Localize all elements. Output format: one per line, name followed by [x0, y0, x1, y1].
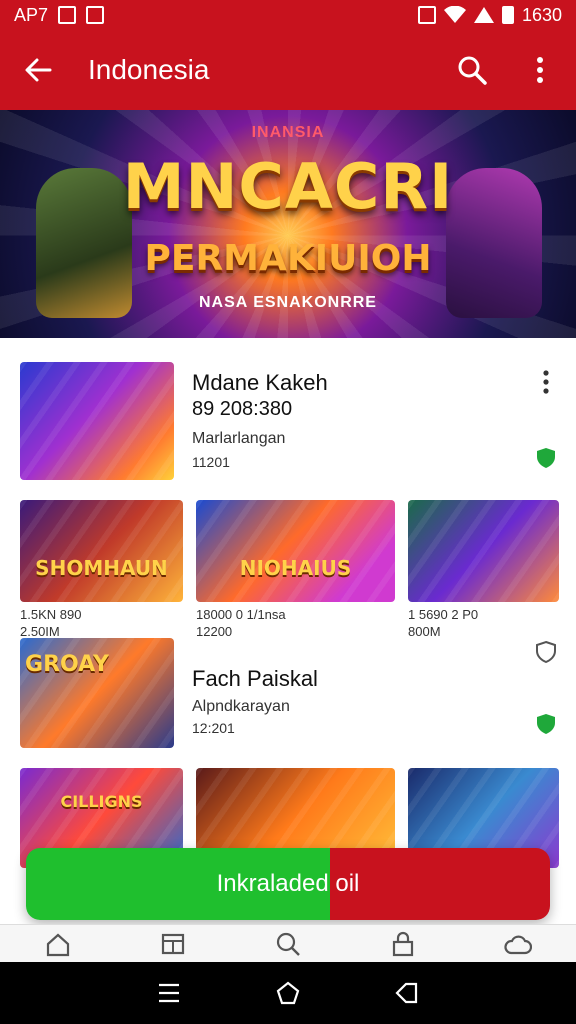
banner-tag: INANSIA	[251, 124, 325, 141]
battery-icon	[501, 6, 514, 24]
grid-caption-line1: 1 5690 2 P0	[408, 607, 479, 622]
list-item-price: 89 208:380	[192, 398, 293, 420]
recent-apps-icon	[159, 983, 180, 1003]
search-button[interactable]	[452, 50, 492, 90]
carrier-label: AP7	[14, 4, 49, 25]
verified-shield-icon	[537, 448, 555, 468]
lock-icon	[393, 931, 414, 957]
list-item-meta: 11201	[192, 454, 230, 470]
grid-caption-line1: 18000 0 1/1nsa	[196, 607, 286, 622]
home-circle-icon	[276, 981, 300, 1005]
wifi-icon	[443, 6, 466, 23]
install-button-label: Inkraladed oil	[216, 870, 360, 897]
list-item[interactable]: GROAY Fach Paiskal Alpndkarayan 12:201	[0, 634, 576, 754]
install-progress-remaining	[330, 848, 550, 920]
list-item-title: Mdane Kakeh	[192, 370, 328, 395]
list-item-meta: 12:201	[192, 720, 235, 736]
back-button-system[interactable]	[387, 973, 427, 1013]
back-triangle-icon	[395, 982, 417, 1004]
game-thumbnail[interactable]: NIOHAIUS	[196, 500, 395, 602]
system-navigation	[0, 962, 576, 1024]
signal-icon	[473, 7, 494, 23]
cloud-icon	[504, 935, 533, 955]
content-list: Mdane Kakeh 89 208:380 Marlarlangan 1120…	[0, 338, 576, 924]
bottom-navigation	[0, 924, 576, 962]
nav-home[interactable]	[38, 931, 78, 961]
list-item-title: Fach Paiskal	[192, 666, 318, 691]
overflow-menu-button[interactable]	[520, 50, 560, 90]
list-item[interactable]: Mdane Kakeh 89 208:380 Marlarlangan 1120…	[0, 338, 576, 488]
nav-search[interactable]	[268, 931, 308, 961]
apps-icon	[161, 933, 184, 955]
more-vert-icon	[537, 57, 543, 83]
shield-outline-icon[interactable]	[534, 640, 558, 664]
nav-cloud[interactable]	[498, 931, 538, 961]
list-item-subtitle: Marlarlangan	[192, 430, 286, 447]
game-thumbnail[interactable]: GROAY	[20, 638, 174, 748]
thumbnail-title: SHOMHAUN	[35, 556, 168, 580]
item-menu-button[interactable]	[534, 366, 558, 398]
search-icon	[276, 932, 300, 956]
thumbnail-title: CILLIGNS	[60, 792, 143, 811]
banner-title: MNCACRI	[122, 150, 454, 223]
page-title: Indonesia	[88, 54, 210, 85]
game-thumbnail[interactable]	[408, 500, 559, 602]
nav-apps[interactable]	[153, 931, 193, 961]
list-item-subtitle: Alpndkarayan	[192, 698, 290, 715]
status-bar: AP7 1630	[0, 0, 576, 30]
thumbnail-title: GROAY	[25, 652, 109, 677]
install-button[interactable]: Inkraladed oil	[26, 848, 550, 920]
arrow-left-icon	[25, 58, 52, 82]
game-thumbnail[interactable]: SHOMHAUN	[20, 500, 183, 602]
nav-library[interactable]	[383, 931, 423, 961]
more-vert-icon	[543, 370, 549, 394]
banner-tagline: NASA ESNAKONRRE	[199, 294, 377, 311]
verified-shield-icon	[537, 714, 555, 734]
clock: 1630	[521, 4, 562, 25]
home-button[interactable]	[268, 973, 308, 1013]
recent-apps-button[interactable]	[149, 973, 189, 1013]
promo-banner[interactable]: INANSIA MNCACRI PERMAKIUIOH NASA ESNAKON…	[0, 110, 576, 338]
gallery-icon	[58, 6, 77, 24]
back-button[interactable]	[16, 48, 60, 92]
thumbnail-title: NIOHAIUS	[239, 556, 352, 580]
grid-caption-line1: 1.5KN 890	[20, 607, 82, 622]
vibrate-icon	[417, 6, 436, 24]
banner-subtitle: PERMAKIUIOH	[144, 238, 432, 279]
notification-icon	[86, 6, 105, 24]
game-thumbnail[interactable]	[20, 362, 174, 480]
search-icon	[458, 56, 487, 85]
app-bar: Indonesia	[0, 30, 576, 110]
home-icon	[46, 933, 69, 957]
